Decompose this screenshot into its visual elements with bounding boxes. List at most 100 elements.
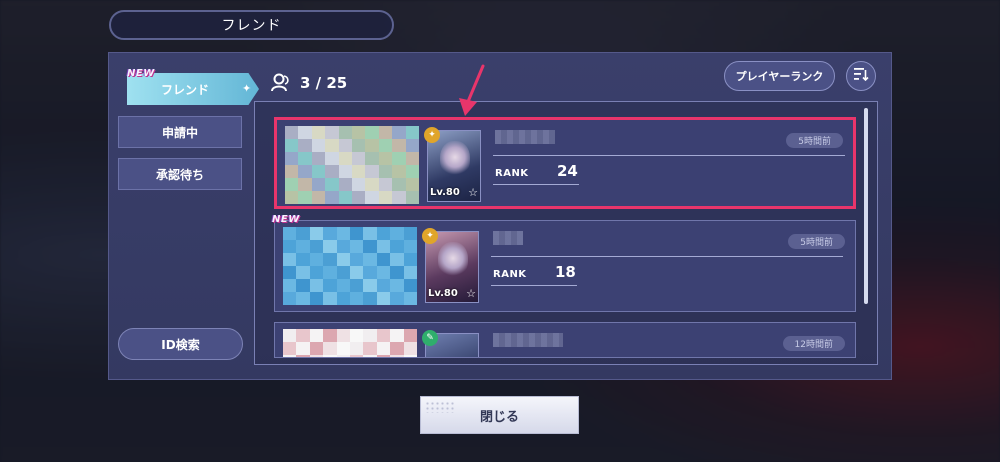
mosaic-cell (378, 165, 393, 178)
avatar: ✦ Lv.80 ☆ (424, 127, 481, 202)
profile-thumbnail (285, 126, 419, 204)
mosaic-cell (349, 342, 364, 355)
friend-count-value: 3 / 25 (300, 74, 348, 92)
mosaic-cell (403, 279, 417, 292)
mosaic-cell (311, 139, 326, 152)
character-face (440, 141, 470, 177)
star-icon: ☆ (468, 186, 478, 199)
friends-icon (270, 72, 292, 94)
mosaic-cell (298, 139, 312, 152)
close-button[interactable]: 閉じる (420, 396, 579, 434)
mosaic-cell (363, 355, 377, 357)
friend-card[interactable]: ✦ Lv.80 ☆ 5時間前 RANK 24 (274, 117, 856, 209)
mosaic-cell (296, 342, 310, 355)
mosaic-cell (323, 240, 337, 253)
mosaic-cell (298, 178, 312, 191)
mosaic-cell (283, 253, 297, 266)
mosaic-cell (336, 240, 350, 253)
mosaic-cell (296, 279, 310, 292)
mosaic-cell (349, 329, 364, 342)
mosaic-cell (376, 279, 391, 292)
divider (493, 155, 845, 156)
mosaic-cell (403, 355, 417, 357)
mosaic-cell (403, 253, 417, 266)
id-search-button[interactable]: ID検索 (118, 328, 243, 360)
mosaic-cell (365, 126, 379, 139)
mosaic-cell (323, 266, 337, 279)
mosaic-cell (405, 191, 419, 204)
mosaic-cell (349, 292, 364, 305)
mosaic-cell (363, 240, 377, 253)
mosaic-cell (311, 152, 326, 165)
mosaic-cell (283, 292, 297, 305)
mosaic-cell (338, 139, 352, 152)
scrollbar[interactable] (864, 108, 868, 304)
avatar: ✦ Lv.80 ☆ (422, 228, 479, 303)
mosaic-cell (390, 329, 404, 342)
mosaic-cell (338, 152, 352, 165)
mosaic-cell (309, 355, 324, 357)
friend-card[interactable]: ✎ 12時間前 (274, 322, 856, 358)
mosaic-cell (325, 178, 339, 191)
last-login-badge: 5時間前 (788, 234, 845, 249)
mosaic-cell (323, 342, 337, 355)
mosaic-cell (390, 342, 404, 355)
player-rank-button[interactable]: プレイヤーランク (724, 61, 835, 91)
mosaic-cell (392, 165, 406, 178)
last-login-badge: 5時間前 (786, 133, 843, 148)
mosaic-cell (390, 292, 404, 305)
mosaic-cell (285, 165, 299, 178)
mosaic-cell (309, 329, 324, 342)
player-name-blurred (493, 231, 523, 245)
mosaic-cell (285, 191, 299, 204)
mosaic-cell (309, 266, 324, 279)
mosaic-cell (283, 329, 297, 342)
mosaic-cell (351, 191, 366, 204)
mosaic-cell (363, 329, 377, 342)
friend-card[interactable]: ✦ Lv.80 ☆ 5時間前 RANK 18 (274, 220, 856, 312)
mosaic-cell (325, 126, 339, 139)
mosaic-cell (363, 253, 377, 266)
id-search-label: ID検索 (161, 337, 200, 352)
mosaic-cell (325, 165, 339, 178)
mosaic-cell (378, 139, 393, 152)
mosaic-cell (392, 152, 406, 165)
mosaic-cell (285, 152, 299, 165)
mosaic-cell (351, 178, 366, 191)
mosaic-cell (296, 266, 310, 279)
mosaic-cell (296, 329, 310, 342)
rank-label: RANK (493, 269, 527, 280)
mosaic-cell (351, 139, 366, 152)
pointer-arrow-icon (455, 64, 489, 122)
mosaic-cell (296, 292, 310, 305)
divider (491, 285, 577, 286)
attribute-icon: ✎ (422, 330, 438, 346)
rank-value: 24 (557, 162, 578, 180)
sidebar-item-awaiting[interactable]: 承認待ち (118, 158, 242, 190)
sidebar-item-pending[interactable]: 申請中 (118, 116, 242, 148)
star-icon: ☆ (466, 287, 476, 300)
rank-value: 18 (555, 263, 576, 281)
sort-button[interactable] (846, 61, 876, 91)
mosaic-cell (285, 126, 299, 139)
sidebar-item-label: 承認待ち (155, 167, 204, 182)
mosaic-cell (336, 266, 350, 279)
mosaic-cell (323, 253, 337, 266)
mosaic-cell (296, 355, 310, 357)
mosaic-cell (405, 178, 419, 191)
mosaic-cell (390, 266, 404, 279)
mosaic-cell (363, 342, 377, 355)
mosaic-cell (309, 253, 324, 266)
mosaic-cell (325, 139, 339, 152)
mosaic-cell (309, 279, 324, 292)
mosaic-cell (376, 342, 391, 355)
attribute-icon: ✦ (424, 127, 440, 143)
mosaic-cell (323, 355, 337, 357)
mosaic-cell (309, 292, 324, 305)
profile-thumbnail (283, 227, 417, 305)
mosaic-cell (325, 191, 339, 204)
mosaic-cell (405, 139, 419, 152)
mosaic-cell (311, 178, 326, 191)
mosaic-cell (405, 152, 419, 165)
mosaic-cell (365, 139, 379, 152)
